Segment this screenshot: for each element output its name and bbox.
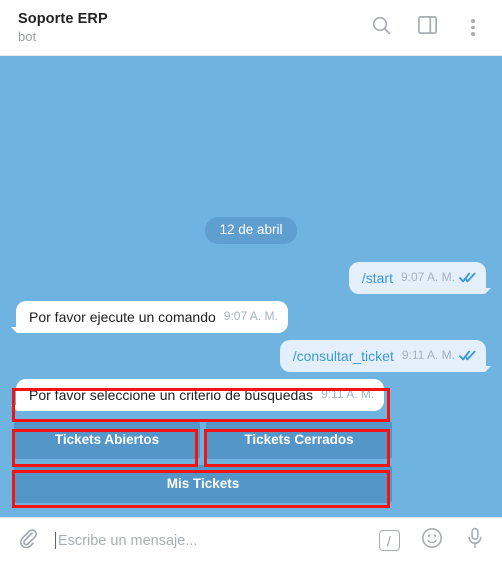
attach-button[interactable]: [14, 527, 42, 555]
microphone-icon: [465, 527, 485, 554]
chat-subtitle: bot: [18, 29, 37, 44]
slash-icon: /: [378, 530, 400, 551]
message-row: /start 9:07 A. M.: [14, 262, 492, 294]
inline-keyboard-row: Mis Tickets: [14, 465, 392, 503]
message-bubble-outgoing[interactable]: /consultar_ticket 9:11 A. M.: [279, 340, 492, 372]
message-meta: 9:11 A. M.: [402, 347, 476, 365]
message-bubble-incoming-prompt[interactable]: Por favor seleccione un criterio de búsq…: [10, 379, 385, 411]
smiley-icon: [421, 527, 443, 554]
message-input-wrap[interactable]: [42, 530, 368, 551]
message-row: Por favor ejecute un comando 9:07 A. M.: [11, 301, 488, 333]
chat-header-titles[interactable]: Soporte ERP bot: [18, 10, 366, 45]
message-text: Por favor seleccione un criterio de búsq…: [29, 387, 314, 403]
inline-button-mis-tickets[interactable]: Mis Tickets: [14, 465, 392, 503]
message-bubble-outgoing[interactable]: /start 9:07 A. M.: [348, 262, 492, 294]
message-meta: 9:11 A. M.: [321, 386, 374, 404]
date-divider: 12 de abril: [14, 217, 488, 244]
message-meta: 9:07 A. M.: [401, 269, 476, 287]
date-pill-label: 12 de abril: [205, 217, 297, 244]
read-receipt-double-check-icon: [459, 272, 476, 283]
message-composer: /: [0, 517, 502, 563]
inline-keyboard-row: Tickets Abiertos Tickets Cerrados: [14, 421, 392, 459]
message-timestamp: 9:11 A. M.: [401, 348, 455, 362]
read-receipt-double-check-icon: [459, 350, 476, 361]
panel-toggle-icon: [417, 16, 437, 39]
more-menu-button[interactable]: [458, 13, 488, 43]
message-text: Por favor ejecute un comando: [29, 309, 216, 325]
message-bubble-incoming[interactable]: Por favor ejecute un comando 9:07 A. M.: [11, 301, 288, 333]
inline-button-tickets-cerrados[interactable]: Tickets Cerrados: [206, 421, 392, 459]
message-row: /consultar_ticket 9:11 A. M.: [14, 340, 492, 372]
message-row: Por favor seleccione un criterio de búsq…: [10, 379, 488, 411]
chat-header: Soporte ERP bot: [0, 0, 502, 56]
message-input[interactable]: [56, 530, 368, 551]
message-text[interactable]: /consultar_ticket: [293, 348, 394, 365]
search-icon: [372, 16, 391, 40]
panel-toggle-button[interactable]: [412, 13, 442, 43]
composer-actions: /: [368, 527, 488, 554]
inline-button-tickets-abiertos[interactable]: Tickets Abiertos: [14, 421, 200, 459]
message-timestamp: 9:07 A. M.: [400, 270, 455, 284]
chat-title: Soporte ERP: [18, 11, 108, 27]
microphone-button[interactable]: [462, 527, 488, 554]
paperclip-icon: [18, 528, 38, 553]
telegram-chat-window: Soporte ERP bot 12 de abril /start 9:07 …: [0, 0, 502, 563]
message-timestamp: 9:11 A. M.: [321, 387, 375, 401]
message-text[interactable]: /start: [362, 270, 393, 287]
message-meta: 9:07 A. M.: [224, 308, 278, 326]
message-list[interactable]: 12 de abril /start 9:07 A. M. Por favor …: [0, 56, 502, 517]
search-button[interactable]: [366, 13, 396, 43]
chat-header-actions: [366, 13, 488, 43]
message-timestamp: 9:07 A. M.: [223, 309, 278, 323]
inline-keyboard: Tickets Abiertos Tickets Cerrados Mis Ti…: [14, 421, 488, 509]
slash-command-button[interactable]: /: [376, 528, 402, 554]
emoji-button[interactable]: [419, 528, 445, 554]
more-menu-icon: [471, 19, 475, 36]
